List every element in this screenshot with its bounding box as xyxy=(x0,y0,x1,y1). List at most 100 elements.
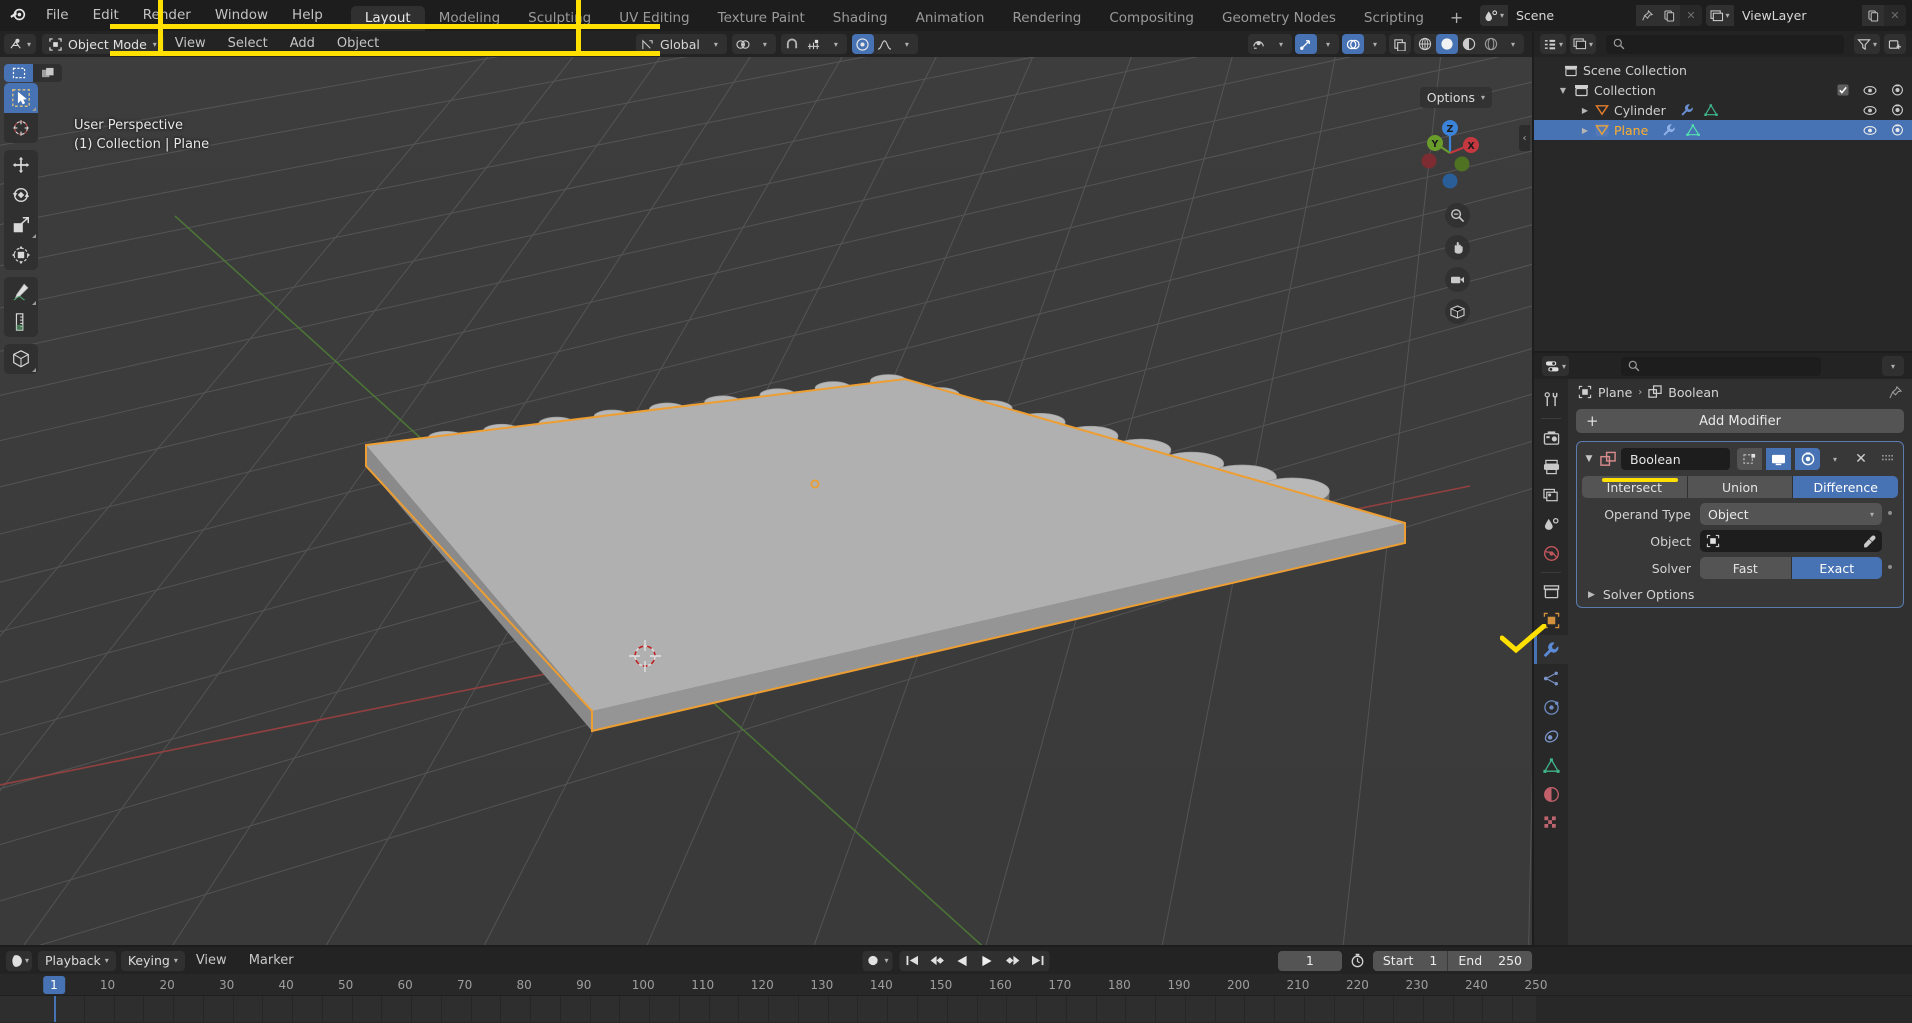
expander-down-icon[interactable]: ▼ xyxy=(1556,86,1570,95)
outliner-row-cylinder[interactable]: ▶ Cylinder xyxy=(1534,100,1912,120)
modifier-name-field[interactable]: Boolean xyxy=(1621,448,1730,470)
pivot-point-icon[interactable] xyxy=(732,34,754,54)
modifier-drag-handle[interactable] xyxy=(1876,448,1898,470)
snap-magnet-icon[interactable] xyxy=(781,34,803,54)
solid-shading-icon[interactable] xyxy=(1436,34,1458,54)
zoom-view-icon[interactable] xyxy=(1445,203,1470,228)
transform-tool[interactable] xyxy=(4,240,38,270)
tab-render[interactable] xyxy=(1534,423,1568,452)
tab-modifier[interactable] xyxy=(1534,635,1568,664)
tab-shading[interactable]: Shading xyxy=(819,6,902,31)
delete-modifier-button[interactable]: ✕ xyxy=(1850,448,1872,470)
viewlayer-name[interactable]: ViewLayer xyxy=(1734,5,1862,26)
tab-texture-paint[interactable]: Texture Paint xyxy=(704,6,819,31)
menu-edit[interactable]: Edit xyxy=(81,0,131,31)
eyedropper-icon[interactable] xyxy=(1863,535,1876,548)
viewport-menu-add[interactable]: Add xyxy=(279,31,326,57)
object-picker-field[interactable] xyxy=(1700,530,1882,552)
wireframe-shading-icon[interactable] xyxy=(1414,34,1436,54)
menu-file[interactable]: File xyxy=(34,0,81,31)
select-object-mode-icon[interactable] xyxy=(33,64,62,82)
jump-to-next-keyframe-button[interactable] xyxy=(1000,951,1025,971)
falloff-curve-icon[interactable] xyxy=(874,34,896,54)
operation-union-button[interactable]: Union xyxy=(1688,476,1794,498)
tab-animation[interactable]: Animation xyxy=(902,6,999,31)
viewport-menu-view[interactable]: View xyxy=(164,31,217,57)
camera-view-icon[interactable] xyxy=(1445,267,1470,292)
animate-property-dot[interactable]: • xyxy=(1882,563,1898,573)
tab-scripting[interactable]: Scripting xyxy=(1350,6,1438,31)
operation-intersect-button[interactable]: Intersect xyxy=(1582,476,1688,498)
add-cube-tool[interactable] xyxy=(4,344,38,374)
scene-name[interactable]: Scene xyxy=(1508,5,1636,26)
shading-mode-group[interactable]: ▾ xyxy=(1414,34,1524,54)
pin-scene-icon[interactable] xyxy=(1636,5,1658,26)
timeline-playhead[interactable] xyxy=(54,996,56,1022)
material-preview-shading-icon[interactable] xyxy=(1458,34,1480,54)
add-modifier-button[interactable]: + Add Modifier xyxy=(1576,409,1904,433)
overlays-dropdown[interactable]: ▾ xyxy=(1342,34,1386,54)
properties-editor-type-button[interactable]: ▾ xyxy=(1542,356,1569,376)
end-frame-field[interactable]: End 250 xyxy=(1448,951,1532,971)
outliner-row-scene-collection[interactable]: Scene Collection xyxy=(1534,60,1912,80)
tab-compositing[interactable]: Compositing xyxy=(1095,6,1208,31)
disable-in-renders-camera-icon[interactable] xyxy=(1891,104,1904,116)
modifier-wrench-icon[interactable] xyxy=(1680,103,1694,117)
cursor-tool[interactable] xyxy=(4,113,38,143)
disable-in-renders-camera-icon[interactable] xyxy=(1891,124,1904,136)
xray-toggle[interactable] xyxy=(1389,34,1411,54)
tab-tool[interactable] xyxy=(1534,385,1568,414)
tab-scene[interactable] xyxy=(1534,510,1568,539)
outliner-display-mode-button[interactable]: ▾ xyxy=(1570,34,1596,54)
modifier-extras-dropdown[interactable]: ▾ xyxy=(1824,448,1846,470)
jump-to-end-button[interactable] xyxy=(1025,951,1050,971)
menu-help[interactable]: Help xyxy=(280,0,335,31)
hide-in-viewport-eye-icon[interactable] xyxy=(1863,105,1877,116)
timeline-current-frame-indicator[interactable]: 1 xyxy=(43,976,65,994)
current-frame-field[interactable]: 1 xyxy=(1278,951,1342,971)
disable-in-renders-camera-icon[interactable] xyxy=(1891,84,1904,96)
tab-object-data[interactable] xyxy=(1534,751,1568,780)
proportional-edit-icon[interactable] xyxy=(803,34,825,54)
transform-orientation-dropdown[interactable]: Global ▾ xyxy=(636,34,727,54)
view-layer-icon[interactable]: ▾ xyxy=(1706,5,1734,26)
properties-search-input[interactable] xyxy=(1621,357,1821,376)
tab-world[interactable] xyxy=(1534,539,1568,568)
toggle-xray-icon[interactable] xyxy=(1389,34,1411,54)
tab-output[interactable] xyxy=(1534,452,1568,481)
select-mode-group[interactable] xyxy=(4,64,62,82)
show-in-viewport-toggle[interactable] xyxy=(1766,448,1791,470)
proportional-editing-group[interactable]: ▾ xyxy=(852,34,918,54)
properties-editor[interactable]: ▾ ▾ xyxy=(1534,353,1912,945)
timeline-editor[interactable]: ▾ Playback ▾ Keying ▾ View Marker ▾ xyxy=(0,947,1912,1023)
jump-to-start-button[interactable] xyxy=(900,951,925,971)
viewport-menu-select[interactable]: Select xyxy=(217,31,279,57)
snap-pivot-dropdown[interactable]: ▾ xyxy=(732,34,776,54)
timeline-keyframe-strip[interactable] xyxy=(0,996,1912,1022)
new-scene-icon[interactable] xyxy=(1658,5,1680,26)
start-frame-field[interactable]: Start 1 xyxy=(1373,951,1448,971)
outliner-row-plane[interactable]: ▶ Plane xyxy=(1534,120,1912,140)
animate-property-dot[interactable]: • xyxy=(1882,509,1898,519)
select-box-mode-icon[interactable] xyxy=(4,64,33,82)
viewport-options-button[interactable]: Options ▾ xyxy=(1420,87,1492,108)
properties-options-button[interactable]: ▾ xyxy=(1882,356,1904,376)
tab-physics[interactable] xyxy=(1534,693,1568,722)
mesh-data-icon[interactable] xyxy=(1704,104,1718,117)
expander-right-icon[interactable]: ▶ xyxy=(1578,106,1592,115)
navigation-gizmo[interactable]: Z X Y xyxy=(1410,113,1490,193)
jump-to-previous-keyframe-button[interactable] xyxy=(925,951,950,971)
timeline-editor-type-button[interactable]: ▾ xyxy=(6,951,32,971)
use-preview-range-icon[interactable] xyxy=(1347,953,1368,968)
measure-tool[interactable] xyxy=(4,307,38,337)
timeline-ruler[interactable]: 1020304050607080901001101201301401501601… xyxy=(0,974,1912,996)
play-reverse-button[interactable] xyxy=(950,951,975,971)
tab-texture[interactable] xyxy=(1534,809,1568,838)
hide-in-viewport-eye-icon[interactable] xyxy=(1863,125,1877,136)
move-tool[interactable] xyxy=(4,150,38,180)
scene-icon[interactable]: ▾ xyxy=(1480,5,1508,26)
toggle-orthographic-icon[interactable] xyxy=(1445,299,1470,324)
delete-scene-icon[interactable]: ✕ xyxy=(1680,5,1702,26)
auto-keyframe-icon[interactable] xyxy=(866,954,879,967)
annotate-tool[interactable] xyxy=(4,277,38,307)
